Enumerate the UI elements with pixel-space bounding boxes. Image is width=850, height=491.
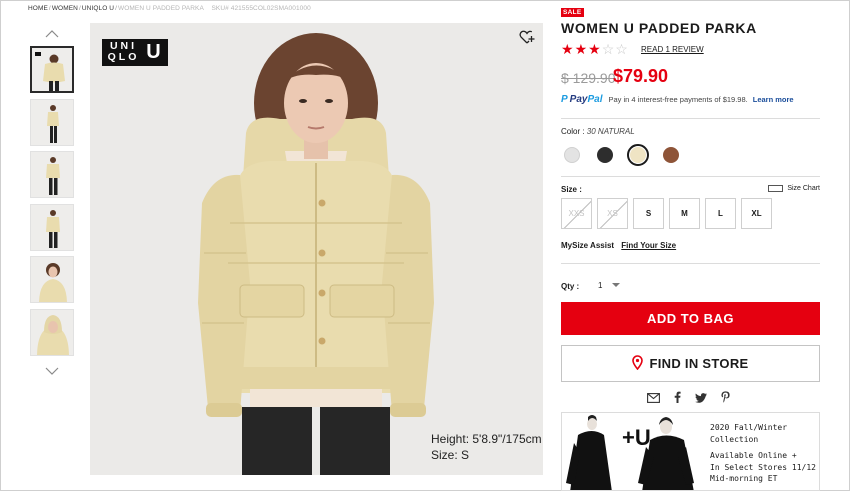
model-info: Height: 5'8.9"/175cm Size: S — [431, 431, 542, 463]
swatch-brown[interactable] — [660, 144, 682, 166]
rating-stars: ★ ★ ★ ☆ ☆ — [561, 42, 628, 56]
swatch-light-gray[interactable] — [561, 144, 583, 166]
breadcrumb-uniqlo-u[interactable]: UNIQLO U — [82, 5, 114, 12]
sale-price: $79.90 — [613, 66, 669, 86]
selected-color-name: 30 NATURAL — [586, 127, 635, 136]
divider — [561, 118, 820, 119]
chevron-up-icon[interactable] — [44, 28, 60, 40]
share-icons — [647, 390, 730, 408]
chevron-down-icon — [612, 283, 621, 287]
quantity-label: Qty : — [561, 282, 580, 291]
paypal-message: Pay in 4 interest-free payments of $19.9… — [608, 95, 748, 104]
uniqlo-u-logo: U — [139, 39, 168, 66]
quantity-select[interactable]: 1 — [598, 278, 628, 292]
product-title: WOMEN U PADDED PARKA — [561, 20, 757, 36]
chevron-down-icon[interactable] — [44, 365, 60, 377]
collection-promo-banner[interactable]: +U 2020 Fall/Winter Collection Available… — [561, 412, 820, 491]
divider — [561, 263, 820, 264]
model-photo — [198, 33, 434, 475]
color-swatches — [561, 144, 682, 166]
location-pin-icon — [632, 354, 644, 373]
swatch-black[interactable] — [594, 144, 616, 166]
size-label: Size : — [561, 185, 582, 194]
read-review-link[interactable]: READ 1 REVIEW — [641, 45, 704, 54]
thumbnail-hood[interactable] — [30, 256, 74, 303]
find-your-size-link[interactable]: Find Your Size — [621, 241, 676, 250]
thumbnail-back[interactable] — [30, 151, 74, 198]
star-filled-icon: ★ — [588, 41, 601, 57]
color-label: Color : 30 NATURAL — [561, 127, 635, 136]
thumbnail-hood-up[interactable] — [30, 308, 74, 356]
star-filled-icon: ★ — [574, 41, 588, 57]
mail-icon[interactable] — [647, 390, 660, 408]
paypal-p-icon: P — [561, 94, 568, 105]
size-options: XXS XS S M L XL — [561, 198, 772, 229]
breadcrumb: HOME/WOMEN/UNIQLO U/WOMEN U PADDED PARKA… — [28, 5, 311, 12]
size-xxs[interactable]: XXS — [561, 198, 592, 229]
star-empty-icon: ☆ — [615, 41, 628, 57]
swatch-natural[interactable] — [627, 144, 649, 166]
model-height: Height: 5'8.9"/175cm — [431, 432, 542, 446]
twitter-icon[interactable] — [695, 390, 707, 408]
product-main-image[interactable]: UNI QLO U Height: 5'8.9"/175cm Size: S — [90, 23, 543, 475]
pinterest-icon[interactable] — [721, 390, 730, 408]
paypal-learn-more-link[interactable]: Learn more — [753, 95, 794, 104]
heart-plus-icon[interactable] — [519, 29, 535, 45]
promo-text: 2020 Fall/Winter Collection Available On… — [710, 423, 816, 483]
find-in-store-button[interactable]: FIND IN STORE — [561, 345, 820, 382]
thumbnail-front[interactable] — [30, 46, 74, 93]
original-price: $ 129.90 — [561, 70, 616, 86]
model-size: Size: S — [431, 448, 470, 462]
size-xl[interactable]: XL — [741, 198, 772, 229]
quantity-value: 1 — [598, 280, 603, 290]
thumbnail-side[interactable] — [30, 98, 74, 146]
svg-text:+U: +U — [622, 425, 651, 450]
star-empty-icon: ☆ — [601, 41, 615, 57]
promo-models-image: +U — [566, 415, 694, 490]
breadcrumb-women[interactable]: WOMEN — [52, 5, 78, 12]
divider — [561, 176, 820, 177]
paypal-banner: P PayPal Pay in 4 interest-free payments … — [561, 94, 794, 105]
star-filled-icon: ★ — [561, 41, 574, 57]
sku-text: SKU# 421555COL02SMA001000 — [211, 5, 311, 12]
thumbnail-full[interactable] — [30, 203, 74, 251]
size-chart-link[interactable]: Size Chart — [768, 185, 820, 192]
breadcrumb-home[interactable]: HOME — [28, 5, 48, 12]
size-l[interactable]: L — [705, 198, 736, 229]
product-details: SALE WOMEN U PADDED PARKA ★ ★ ★ ☆ ☆ READ… — [561, 0, 820, 491]
add-to-bag-button[interactable]: ADD TO BAG — [561, 302, 820, 335]
size-xs[interactable]: XS — [597, 198, 628, 229]
sale-badge: SALE — [561, 8, 584, 17]
paypal-logo: P PayPal — [561, 94, 603, 105]
size-m[interactable]: M — [669, 198, 700, 229]
size-assist: MySize Assist Find Your Size — [561, 241, 676, 250]
size-assist-label: MySize Assist — [561, 241, 615, 250]
size-s[interactable]: S — [633, 198, 664, 229]
facebook-icon[interactable] — [674, 390, 681, 408]
thumbnail-list — [30, 46, 76, 361]
ruler-icon — [768, 185, 784, 192]
breadcrumb-current: WOMEN U PADDED PARKA — [118, 5, 204, 12]
